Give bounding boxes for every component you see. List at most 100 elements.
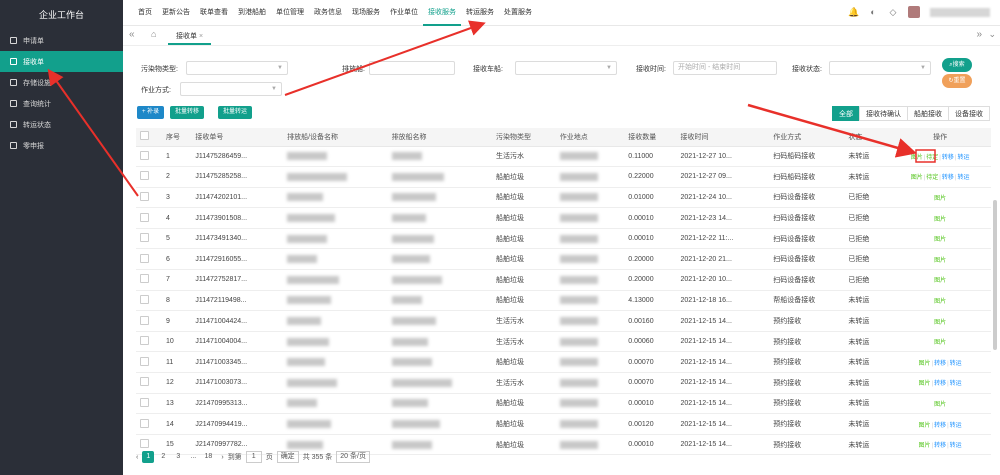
image-link[interactable]: 图片 [911,155,923,161]
row-checkbox[interactable] [140,253,149,263]
chevron-down-icon[interactable]: ⌄ [988,29,996,40]
filter-tab-0[interactable]: 全部 [832,106,860,121]
topnav-item-6[interactable]: 现场服务 [347,0,385,26]
topnav-item-9[interactable]: 转运服务 [461,0,499,26]
transport-link[interactable]: 转运 [957,155,969,161]
page-4[interactable]: 18 [202,451,214,463]
expand-right-icon[interactable]: » [976,29,982,40]
sidebar-item-0[interactable]: 申请单 [0,30,123,51]
batch-transport-button[interactable]: 批量转运 [218,106,253,119]
transport-link[interactable]: 转运 [950,443,962,449]
row-checkbox[interactable] [140,212,149,222]
goto-page-input[interactable]: 1 [245,451,262,463]
image-link[interactable]: 图片 [934,258,946,264]
transport-link[interactable]: 转运 [950,381,962,387]
pollutant-type-select[interactable]: ▼ [186,61,288,75]
image-link[interactable]: 图片 [919,423,931,429]
transport-link[interactable]: 转运 [950,361,962,367]
row-checkbox[interactable] [140,150,149,160]
page-1[interactable]: 2 [157,451,169,463]
image-link[interactable]: 图片 [934,402,946,408]
topnav-item-0[interactable]: 首页 [133,0,157,26]
select-all-checkbox[interactable] [140,131,149,141]
reset-button[interactable]: ↻重置 [942,74,972,88]
operation-mode-select[interactable]: ▼ [180,82,282,96]
close-icon[interactable]: × [199,33,203,40]
page-2[interactable]: 3 [172,451,184,463]
image-link[interactable]: 图片 [934,320,946,326]
filter-tab-1[interactable]: 接收待确认 [859,106,908,121]
home-icon[interactable]: ⌂ [151,29,156,39]
image-link[interactable]: 图片 [919,361,931,367]
topnav-item-5[interactable]: 政务信息 [309,0,347,26]
image-link[interactable]: 图片 [934,340,946,346]
page-3[interactable]: ... [187,451,199,463]
tab-receipt[interactable]: 接收单 × [168,29,212,45]
image-link[interactable]: 图片 [934,299,946,305]
filter-tab-2[interactable]: 船舶接收 [907,106,949,121]
receive-status-select[interactable]: ▼ [829,61,931,75]
sidebar-item-3[interactable]: 查询统计 [0,93,123,114]
row-checkbox[interactable] [140,294,149,304]
topnav-item-1[interactable]: 更新公告 [157,0,195,26]
row-checkbox[interactable] [140,356,149,366]
page-unit: 页 [265,454,273,461]
row-checkbox[interactable] [140,233,149,243]
prev-page-icon[interactable]: ‹ [136,454,138,461]
image-link[interactable]: 图片 [919,443,931,449]
transfer-link[interactable]: 转移 [934,423,946,429]
image-link[interactable]: 图片 [911,175,923,181]
receive-time-range[interactable]: 开始时间 - 结束时间 [673,61,777,75]
bell-icon[interactable]: 🔔 [848,7,859,17]
page-0[interactable]: 1 [142,451,155,463]
pending-link[interactable]: 待定 [926,175,938,181]
transfer-link[interactable]: 转移 [942,175,954,181]
row-checkbox[interactable] [140,377,149,387]
scrollbar[interactable] [993,200,997,350]
pending-link[interactable]: 待定 [926,155,938,161]
image-link[interactable]: 图片 [934,237,946,243]
row-checkbox[interactable] [140,171,149,181]
search-button[interactable]: ⌕搜索 [942,58,972,72]
sidebar-item-4[interactable]: 转运状态 [0,114,123,135]
transport-link[interactable]: 转运 [950,423,962,429]
discharge-ship-input[interactable] [369,61,455,75]
transfer-link[interactable]: 转移 [934,443,946,449]
row-checkbox[interactable] [140,418,149,428]
topnav-item-4[interactable]: 单位管理 [271,0,309,26]
topnav-item-3[interactable]: 到港船舶 [233,0,271,26]
sidebar-item-2[interactable]: 存储设施 [0,72,123,93]
avatar[interactable] [908,6,920,18]
image-link[interactable]: 图片 [934,196,946,202]
goto-confirm-button[interactable]: 确定 [276,451,299,463]
topnav-item-2[interactable]: 联单查看 [195,0,233,26]
row-checkbox[interactable] [140,274,149,284]
transfer-link[interactable]: 转移 [942,155,954,161]
sidebar-item-5[interactable]: 零申报 [0,135,123,156]
batch-transfer-button[interactable]: 批量转移 [170,106,205,119]
add-record-button[interactable]: + 补录 [137,106,165,119]
transport-link[interactable]: 转运 [957,175,969,181]
row-checkbox[interactable] [140,336,149,346]
tag-icon[interactable]: ◇ [888,7,898,17]
user-name[interactable] [930,7,990,17]
filter-tab-3[interactable]: 设备接收 [948,106,990,121]
image-link[interactable]: 图片 [934,217,946,223]
transfer-link[interactable]: 转移 [934,361,946,367]
next-page-icon[interactable]: › [221,454,223,461]
theme-icon[interactable]: ◐ [868,7,878,17]
collapse-left-icon[interactable]: « [129,29,135,40]
image-link[interactable]: 图片 [934,278,946,284]
transfer-link[interactable]: 转移 [934,381,946,387]
topnav-item-7[interactable]: 作业单位 [385,0,423,26]
row-checkbox[interactable] [140,439,149,449]
topnav-item-10[interactable]: 处置服务 [499,0,537,26]
row-checkbox[interactable] [140,397,149,407]
sidebar-item-1[interactable]: 接收单 [0,51,123,72]
topnav-item-8[interactable]: 接收服务 [423,0,461,26]
receive-ship-select[interactable]: ▼ [515,61,617,75]
row-checkbox[interactable] [140,315,149,325]
page-size-select[interactable]: 20 条/页 [336,451,370,463]
image-link[interactable]: 图片 [919,381,931,387]
row-checkbox[interactable] [140,191,149,201]
